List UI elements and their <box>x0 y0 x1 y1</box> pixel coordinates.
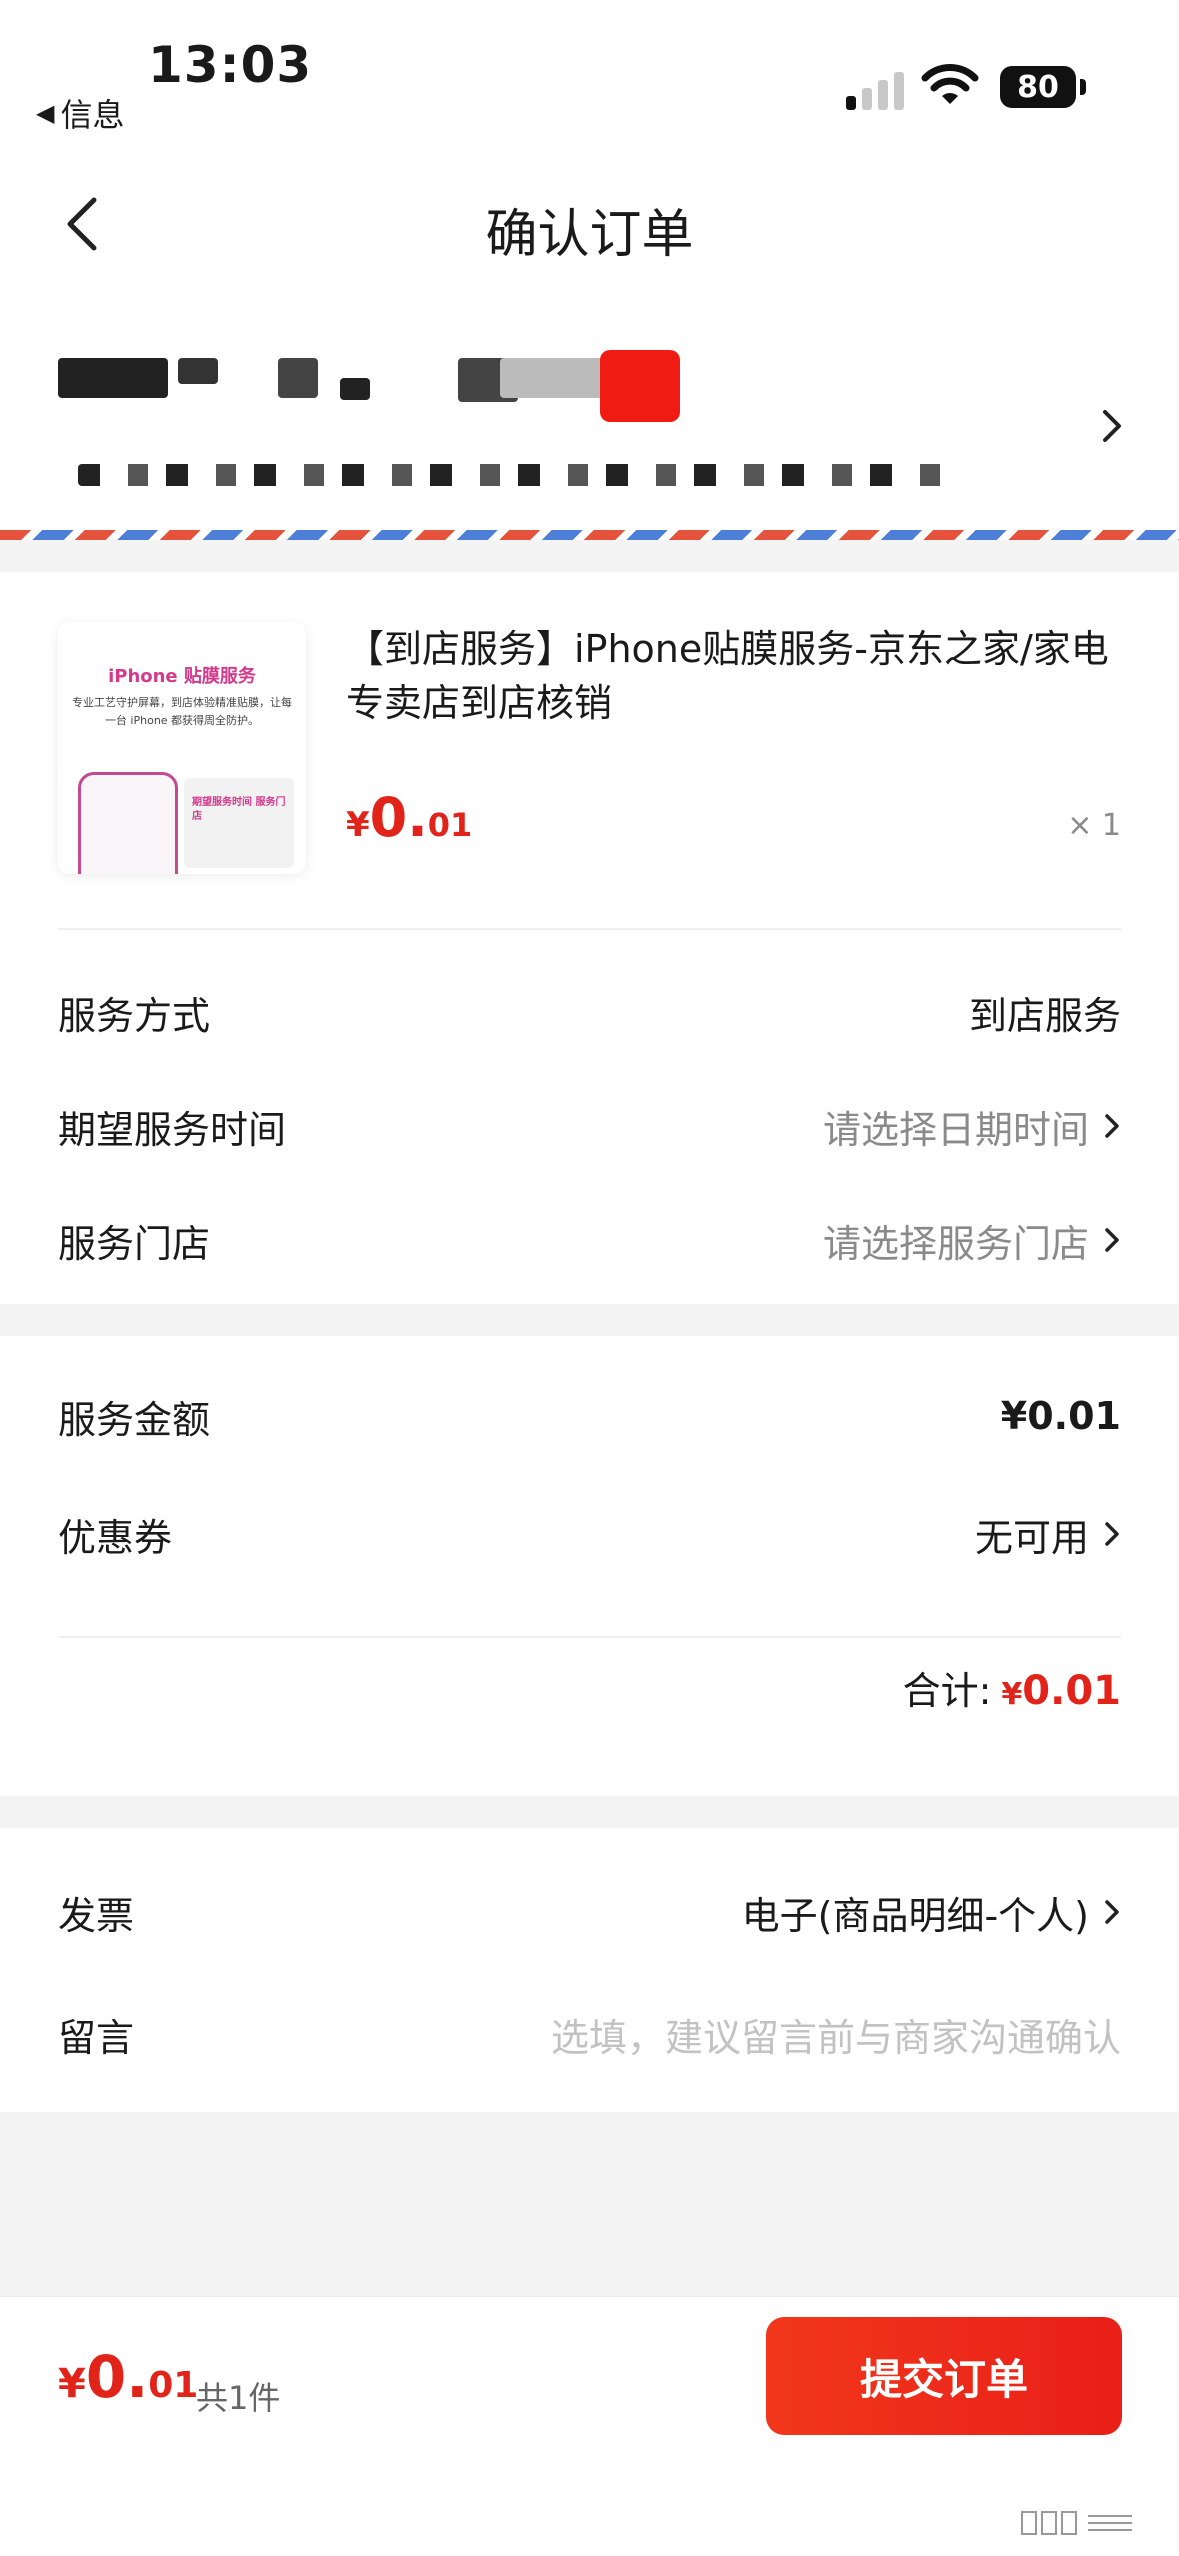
bottom-price-currency: ¥ <box>58 2361 86 2407</box>
bottom-price: ¥ 0. 01 <box>58 2343 198 2411</box>
bottom-price-integer: 0. <box>85 2343 149 2411</box>
address-tag-redacted <box>600 350 680 422</box>
chevron-right-icon <box>1103 410 1121 442</box>
service-store-value: 请选择服务门店 <box>822 1221 1089 1266</box>
battery-icon: 80 <box>1000 66 1086 108</box>
address-line-redacted <box>78 464 958 486</box>
service-time-value: 请选择日期时间 <box>822 1107 1089 1152</box>
chevron-right-icon <box>1105 1900 1119 1924</box>
address-redacted-block <box>58 358 168 398</box>
nav-bar: 确认订单 <box>0 150 1179 300</box>
submit-order-button[interactable]: 提交订单 <box>766 2317 1122 2435</box>
address-section[interactable] <box>0 300 1179 540</box>
divider <box>58 928 1121 930</box>
product-price: ¥ 0. 01 <box>346 786 472 849</box>
service-amount-value: ¥0.01 <box>1000 1394 1121 1438</box>
thumb-panel: 期望服务时间 服务门店 <box>184 778 294 868</box>
address-redacted-block <box>278 358 318 398</box>
cellular-signal-icon <box>846 72 904 110</box>
message-input[interactable]: 选填，建议留言前与商家沟通确认 <box>551 2007 1121 2062</box>
coupon-row[interactable]: 优惠券 无可用 <box>58 1494 1121 1574</box>
coupon-value: 无可用 <box>974 1515 1089 1560</box>
item-count: 共1件 <box>196 2379 281 2417</box>
message-label: 留言 <box>58 2015 135 2060</box>
service-method-label: 服务方式 <box>58 993 211 1038</box>
service-store-row[interactable]: 服务门店 请选择服务门店 <box>58 1200 1121 1280</box>
chevron-right-icon <box>1105 1114 1119 1138</box>
product-quantity: × 1 <box>1067 808 1121 843</box>
service-amount-row: 服务金额 ¥0.01 <box>58 1376 1121 1456</box>
status-time: 13:03 <box>148 36 313 94</box>
price-integer: 0. <box>369 786 428 849</box>
thumb-desc: 专业工艺守护屏幕，到店体验精准贴膜，让每一台 iPhone 都获得周全防护。 <box>72 696 292 727</box>
total-currency: ¥ <box>1001 1677 1023 1712</box>
product-card: iPhone 贴膜服务 专业工艺守护屏幕，到店体验精准贴膜，让每一台 iPhon… <box>0 572 1179 1304</box>
page-title: 确认订单 <box>485 205 694 265</box>
service-method-row: 服务方式 到店服务 <box>58 972 1121 1052</box>
back-triangle-icon: ◀ <box>36 99 55 127</box>
service-time-row[interactable]: 期望服务时间 请选择日期时间 <box>58 1086 1121 1166</box>
service-time-label: 期望服务时间 <box>58 1107 287 1152</box>
phone-illustration <box>78 772 178 874</box>
address-redacted-block <box>340 378 370 400</box>
invoice-row[interactable]: 发票 电子(商品明细-个人) <box>58 1872 1121 1952</box>
coupon-label: 优惠券 <box>58 1515 173 1560</box>
chevron-right-icon <box>1105 1228 1119 1252</box>
product-thumbnail[interactable]: iPhone 贴膜服务 专业工艺守护屏幕，到店体验精准贴膜，让每一台 iPhon… <box>58 622 306 874</box>
wifi-icon <box>921 64 979 104</box>
back-app-label: 信息 <box>60 96 125 134</box>
thumb-panel-text: 期望服务时间 服务门店 <box>192 797 286 822</box>
total-value: 0.01 <box>1022 1668 1121 1714</box>
back-to-app-link[interactable]: ◀ 信息 <box>36 90 124 136</box>
battery-level: 80 <box>1017 69 1059 105</box>
service-amount-label: 服务金额 <box>58 1397 211 1442</box>
price-decimal: 01 <box>427 806 473 844</box>
airmail-divider <box>0 530 1179 540</box>
product-title[interactable]: 【到店服务】iPhone贴膜服务-京东之家/家电专卖店到店核销 <box>346 622 1126 730</box>
address-redacted-block <box>178 358 218 384</box>
divider <box>58 1636 1121 1638</box>
invoice-value: 电子(商品明细-个人) <box>741 1893 1089 1938</box>
service-method-value: 到店服务 <box>968 993 1121 1038</box>
extras-card: 发票 电子(商品明细-个人) 留言 选填，建议留言前与商家沟通确认 <box>0 1828 1179 2112</box>
watermark-icon <box>1021 2511 1132 2535</box>
bottom-price-decimal: 01 <box>148 2365 199 2406</box>
amount-card: 服务金额 ¥0.01 优惠券 无可用 <box>0 1336 1179 1796</box>
price-currency: ¥ <box>346 805 370 845</box>
thumb-title: iPhone 贴膜服务 <box>108 666 256 687</box>
invoice-label: 发票 <box>58 1893 135 1938</box>
service-store-label: 服务门店 <box>58 1221 211 1266</box>
message-row: 留言 选填，建议留言前与商家沟通确认 <box>58 1994 1121 2074</box>
status-bar: 13:03 ◀ 信息 80 <box>0 0 1179 150</box>
total-label: 合计: <box>902 1669 992 1713</box>
bottom-bar: ¥ 0. 01 共1件 提交订单 <box>0 2296 1179 2556</box>
order-total: 合计: ¥0.01 <box>903 1660 1121 1715</box>
chevron-right-icon <box>1105 1522 1119 1546</box>
